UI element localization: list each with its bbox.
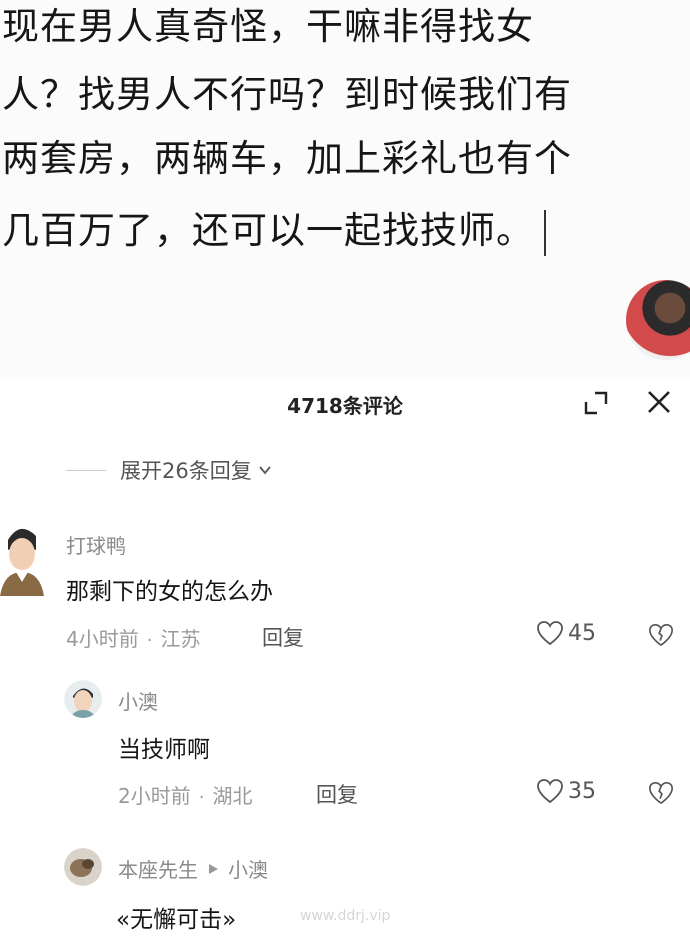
comment-meta: 2小时前 · 湖北 (118, 780, 252, 809)
post-text-line: 人？找男人不行吗？到时候我们有 (2, 73, 572, 116)
comment-text: 那剩下的女的怎么办 (66, 579, 273, 605)
comment-text: 当技师啊 (118, 737, 210, 763)
broken-heart-icon[interactable] (648, 780, 674, 806)
comment-username[interactable]: 打球鸭 (66, 530, 126, 559)
divider (66, 469, 106, 471)
post-content: 现在男人真奇怪，干嘛非得找女 人？找男人不行吗？到时候我们有 两套房，两辆车，加… (0, 0, 690, 380)
play-arrow-icon (209, 863, 218, 874)
watermark: www.ddrj.vip (300, 908, 391, 924)
avatar[interactable] (64, 680, 102, 718)
comment-text: «无懈可击» (116, 907, 237, 933)
avatar[interactable] (0, 520, 44, 596)
heart-icon (537, 779, 563, 804)
comment-username-line: 本座先生 小澳 (118, 854, 268, 883)
comment-time: 2小时前 (118, 784, 191, 808)
heart-icon (537, 621, 563, 646)
post-text-line: 两套房，两辆车，加上彩礼也有个 (2, 137, 572, 180)
like-button[interactable]: 45 (536, 620, 596, 646)
comment-username[interactable]: 本座先生 (118, 854, 198, 883)
separator: · (146, 630, 153, 651)
comments-header: 4718条评论 (0, 380, 690, 424)
comment-username[interactable]: 小澳 (118, 686, 158, 715)
expand-icon[interactable] (583, 390, 609, 416)
expand-replies-button[interactable]: 展开26条回复 (66, 456, 272, 484)
comment-location: 湖北 (212, 784, 253, 808)
post-text-line: 现在男人真奇怪，干嘛非得找女 (2, 5, 534, 48)
chevron-down-icon (259, 466, 271, 475)
like-count: 35 (568, 778, 596, 804)
video-thumbnail-avatar[interactable] (626, 280, 690, 360)
close-icon[interactable] (645, 388, 673, 416)
comment-meta: 4小时前 · 江苏 (66, 623, 200, 652)
reply-button[interactable]: 回复 (316, 779, 358, 809)
expand-replies-label: 展开26条回复 (120, 459, 252, 483)
comment-time: 4小时前 (66, 627, 139, 651)
comment-location: 江苏 (160, 627, 201, 651)
like-button[interactable]: 35 (536, 778, 596, 804)
broken-heart-icon[interactable] (648, 622, 674, 648)
text-cursor (544, 209, 546, 256)
reply-button[interactable]: 回复 (262, 622, 304, 652)
like-count: 45 (568, 620, 596, 646)
separator: · (198, 787, 205, 808)
post-text-line: 几百万了，还可以一起找技师。 (2, 208, 546, 256)
reply-to-username[interactable]: 小澳 (228, 854, 268, 883)
avatar[interactable] (64, 848, 102, 886)
